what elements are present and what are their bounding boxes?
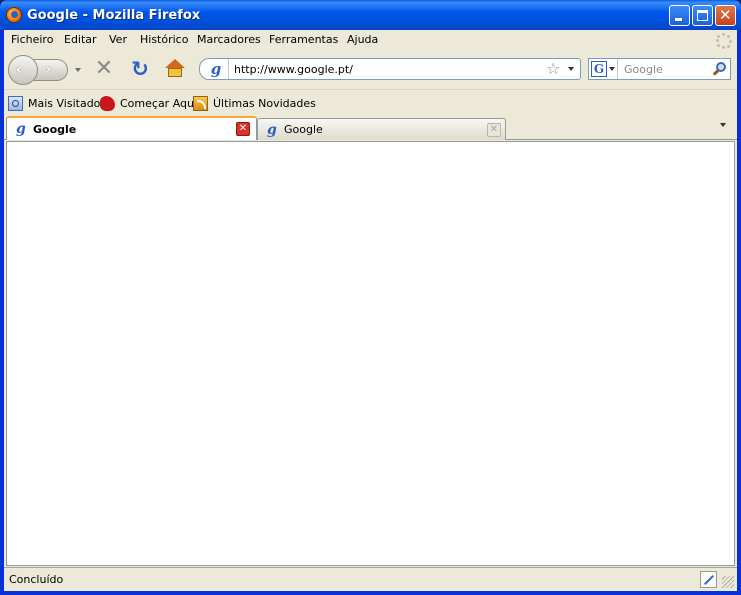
page-content-frame xyxy=(4,140,737,567)
window-title: Google - Mozilla Firefox xyxy=(27,8,201,23)
page-content[interactable] xyxy=(6,141,735,566)
bookmark-latest-headlines[interactable]: Últimas Novidades xyxy=(193,96,316,112)
search-box[interactable]: G Google xyxy=(588,58,731,80)
resize-grip[interactable] xyxy=(722,576,734,588)
home-icon xyxy=(165,59,185,68)
search-input[interactable]: Google xyxy=(624,63,663,76)
menu-ficheiro[interactable]: Ficheiro xyxy=(11,33,53,46)
bookmark-getting-started[interactable]: Começar Aqui xyxy=(100,96,197,112)
maximize-button[interactable] xyxy=(692,5,713,26)
url-history-dropdown-icon[interactable] xyxy=(568,67,574,71)
getting-started-icon xyxy=(100,96,115,111)
activity-throbber-icon xyxy=(716,33,732,49)
browser-chrome: Ficheiro Editar Ver Histórico Marcadores… xyxy=(4,30,737,141)
search-icon[interactable] xyxy=(712,61,728,77)
bookmark-star-icon[interactable]: ☆ xyxy=(546,60,560,78)
google-favicon-icon: g xyxy=(16,121,26,137)
reload-icon: ↻ xyxy=(131,57,149,81)
menu-ver[interactable]: Ver xyxy=(109,33,127,46)
search-engine-dropdown-icon[interactable] xyxy=(609,67,615,71)
search-engine-icon[interactable]: G xyxy=(591,61,607,77)
menu-editar[interactable]: Editar xyxy=(64,33,97,46)
rss-feed-icon xyxy=(193,96,208,111)
close-tab-icon[interactable]: ✕ xyxy=(236,122,250,136)
menu-marcadores[interactable]: Marcadores xyxy=(197,33,261,46)
close-icon: ✕ xyxy=(719,6,732,24)
close-window-button[interactable]: ✕ xyxy=(715,5,736,26)
stop-button[interactable]: ✕ xyxy=(93,58,115,80)
forward-button[interactable]: › xyxy=(34,59,68,81)
back-button[interactable]: ‹ xyxy=(8,55,38,85)
page-style-icon[interactable] xyxy=(700,571,717,588)
tab-google-active[interactable]: g Google ✕ xyxy=(6,116,257,141)
address-bar[interactable]: g http://www.google.pt/ ☆ xyxy=(199,58,581,80)
tab-list-dropdown-icon[interactable] xyxy=(720,123,726,127)
close-tab-icon[interactable]: ✕ xyxy=(487,123,501,137)
menu-ajuda[interactable]: Ajuda xyxy=(347,33,378,46)
bookmark-label: Começar Aqui xyxy=(120,97,198,110)
google-favicon-icon: g xyxy=(267,122,277,138)
history-dropdown-icon[interactable] xyxy=(72,64,84,76)
status-text: Concluído xyxy=(9,573,64,586)
forward-arrow-icon: › xyxy=(46,62,51,76)
menu-bar: Ficheiro Editar Ver Histórico Marcadores… xyxy=(4,30,737,51)
back-arrow-icon: ‹ xyxy=(16,62,22,78)
back-forward-group: › ‹ xyxy=(8,55,84,85)
menu-historico[interactable]: Histórico xyxy=(140,33,188,46)
reload-button[interactable]: ↻ xyxy=(129,58,151,80)
menu-ferramentas[interactable]: Ferramentas xyxy=(269,33,338,46)
most-visited-icon xyxy=(8,96,23,111)
title-bar[interactable]: Google - Mozilla Firefox ✕ xyxy=(0,0,741,30)
url-input[interactable]: http://www.google.pt/ xyxy=(234,63,353,76)
minimize-icon xyxy=(675,18,682,21)
bookmark-most-visited[interactable]: Mais Visitados xyxy=(8,96,106,112)
tab-strip: g Google ✕ g Google ✕ xyxy=(4,115,737,141)
tab-label: Google xyxy=(33,123,77,136)
site-favicon-icon[interactable]: g xyxy=(208,61,224,77)
bookmarks-toolbar: Mais Visitados Começar Aqui Últimas Novi… xyxy=(4,89,737,115)
bookmark-label: Últimas Novidades xyxy=(213,97,316,110)
home-button[interactable] xyxy=(164,59,186,79)
status-bar: Concluído xyxy=(4,567,737,591)
bookmark-label: Mais Visitados xyxy=(28,97,107,110)
browser-window: Google - Mozilla Firefox ✕ Ficheiro Edit… xyxy=(0,0,741,595)
firefox-logo-icon[interactable] xyxy=(6,7,22,23)
minimize-button[interactable] xyxy=(669,5,690,26)
maximize-icon xyxy=(697,10,708,21)
tab-google[interactable]: g Google ✕ xyxy=(257,118,506,140)
navigation-toolbar: › ‹ ✕ ↻ g http://www.google.pt/ ☆ G Goog… xyxy=(4,51,737,89)
tab-label: Google xyxy=(284,123,323,136)
stop-icon: ✕ xyxy=(94,56,114,81)
